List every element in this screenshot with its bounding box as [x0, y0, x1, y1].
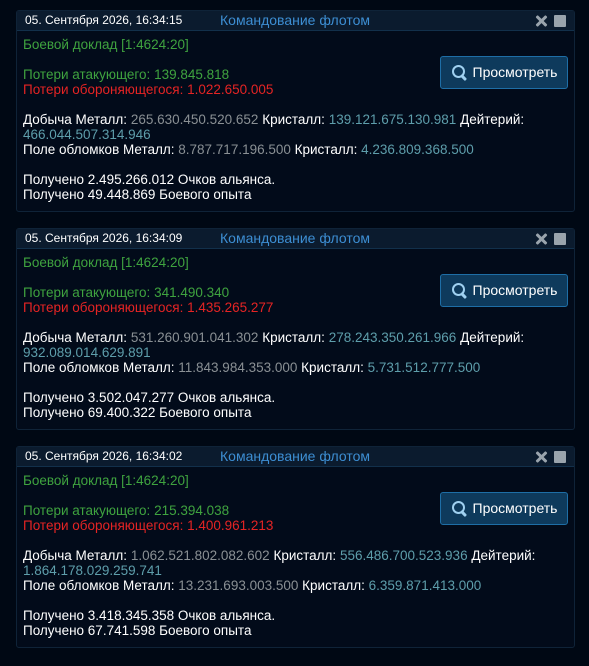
- debris-metal-label: Поле обломков Металл:: [23, 142, 175, 157]
- alliance-points: Получено 3.418.345.358 Очков альянса.: [23, 608, 276, 623]
- attacker-loss-label: Потери атакующего:: [23, 503, 151, 518]
- checkbox-icon[interactable]: [554, 233, 566, 245]
- message-sender: Командование флотом: [220, 230, 371, 246]
- combat-experience: Получено 67.741.598 Боевого опыта: [23, 623, 252, 638]
- debris-line: Поле обломков Металл: 11.843.984.353.000…: [23, 360, 568, 375]
- debris-metal-value: 8.787.717.196.500: [178, 142, 291, 157]
- view-report-label: Просмотреть: [472, 282, 558, 298]
- loot-metal-label: Добыча Металл:: [23, 548, 128, 563]
- message-actions: [534, 450, 566, 464]
- loot-deut-label: Дейтерий:: [460, 112, 525, 127]
- checkbox-icon[interactable]: [554, 451, 566, 463]
- message-actions: [534, 232, 566, 246]
- debris-crystal-value: 6.359.871.413.000: [368, 578, 482, 593]
- message-date: 05. Сентября 2026, 16:34:15: [25, 13, 183, 27]
- close-icon[interactable]: [534, 14, 548, 28]
- debris-crystal-value: 5.731.512.777.500: [367, 360, 481, 375]
- loot-deut-value: 466.044.507.314.946: [23, 127, 151, 142]
- loot-crystal-label: Кристалл:: [262, 112, 325, 127]
- loot-line: Добыча Металл: 531.260.901.041.302 Крист…: [23, 330, 568, 345]
- debris-crystal-label: Кристалл:: [301, 360, 364, 375]
- defender-loss-label: Потери обороняющегося:: [23, 82, 184, 97]
- loot-metal-value: 531.260.901.041.302: [130, 330, 259, 345]
- loot-metal-label: Добыча Металл:: [23, 330, 128, 345]
- view-report-label: Просмотреть: [472, 64, 558, 80]
- debris-line: Поле обломков Металл: 13.231.693.003.500…: [23, 578, 568, 593]
- battle-report-message: 05. Сентября 2026, 16:34:09 Командование…: [16, 228, 575, 430]
- loot-crystal-value: 139.121.675.130.981: [328, 112, 457, 127]
- checkbox-icon[interactable]: [554, 15, 566, 27]
- view-report-button[interactable]: Просмотреть: [440, 492, 568, 525]
- view-report-label: Просмотреть: [472, 500, 558, 516]
- attacker-loss-label: Потери атакующего:: [23, 285, 151, 300]
- defender-loss-value: 1.022.650.005: [187, 82, 274, 97]
- message-date: 05. Сентября 2026, 16:34:02: [25, 449, 183, 463]
- battle-report-message: 05. Сентября 2026, 16:34:02 Командование…: [16, 446, 575, 648]
- loot-line: Добыча Металл: 265.630.450.520.652 Крист…: [23, 112, 568, 127]
- message-list: 05. Сентября 2026, 16:34:15 Командование…: [0, 0, 589, 648]
- debris-metal-label: Поле обломков Металл:: [23, 360, 175, 375]
- debris-metal-value: 13.231.693.003.500: [178, 578, 299, 593]
- attacker-loss-label: Потери атакующего:: [23, 67, 151, 82]
- loot-crystal-value: 556.486.700.523.936: [339, 548, 468, 563]
- loot-deut-value: 932.089.014.629.891: [23, 345, 151, 360]
- message-header: 05. Сентября 2026, 16:34:15 Командование…: [17, 11, 574, 31]
- attacker-loss-value: 215.394.038: [154, 503, 230, 518]
- loot-crystal-label: Кристалл:: [262, 330, 325, 345]
- close-icon[interactable]: [534, 450, 548, 464]
- message-header: 05. Сентября 2026, 16:34:02 Командование…: [17, 447, 574, 467]
- defender-loss-label: Потери обороняющегося:: [23, 518, 184, 533]
- report-title[interactable]: Боевой доклад [1:4624:20]: [23, 37, 568, 52]
- debris-metal-label: Поле обломков Металл:: [23, 578, 175, 593]
- message-sender: Командование флотом: [220, 12, 371, 28]
- loot-deut-label: Дейтерий:: [460, 330, 525, 345]
- view-report-button[interactable]: Просмотреть: [440, 56, 568, 89]
- loot-metal-value: 1.062.521.802.082.602: [130, 548, 270, 563]
- message-body: Боевой доклад [1:4624:20] Потери атакующ…: [23, 473, 568, 638]
- loot-line: Добыча Металл: 1.062.521.802.082.602 Кри…: [23, 548, 568, 563]
- defender-loss-label: Потери обороняющегося:: [23, 300, 184, 315]
- report-title[interactable]: Боевой доклад [1:4624:20]: [23, 255, 568, 270]
- loot-metal-label: Добыча Металл:: [23, 112, 128, 127]
- defender-loss-value: 1.435.265.277: [187, 300, 274, 315]
- debris-crystal-label: Кристалл:: [302, 578, 365, 593]
- alliance-points: Получено 3.502.047.277 Очков альянса.: [23, 390, 276, 405]
- message-actions: [534, 14, 566, 28]
- magnifier-icon: [451, 64, 468, 81]
- battle-report-message: 05. Сентября 2026, 16:34:15 Командование…: [16, 10, 575, 212]
- attacker-loss-value: 139.845.818: [154, 67, 230, 82]
- message-body: Боевой доклад [1:4624:20] Потери атакующ…: [23, 37, 568, 202]
- view-report-button[interactable]: Просмотреть: [440, 274, 568, 307]
- message-body: Боевой доклад [1:4624:20] Потери атакующ…: [23, 255, 568, 420]
- message-sender: Командование флотом: [220, 448, 371, 464]
- debris-crystal-label: Кристалл:: [294, 142, 358, 157]
- magnifier-icon: [451, 282, 468, 299]
- loot-deut-label: Дейтерий:: [471, 548, 536, 563]
- defender-loss-value: 1.400.961.213: [187, 518, 274, 533]
- combat-experience: Получено 49.448.869 Боевого опыта: [23, 187, 252, 202]
- loot-crystal-label: Кристалл:: [273, 548, 337, 563]
- alliance-points: Получено 2.495.266.012 Очков альянса.: [23, 172, 276, 187]
- combat-experience: Получено 69.400.322 Боевого опыта: [23, 405, 252, 420]
- loot-metal-value: 265.630.450.520.652: [130, 112, 259, 127]
- debris-crystal-value: 4.236.809.368.500: [361, 142, 474, 157]
- attacker-loss-value: 341.490.340: [154, 285, 230, 300]
- magnifier-icon: [451, 500, 468, 517]
- loot-deut-value: 1.864.178.029.259.741: [23, 563, 162, 578]
- debris-line: Поле обломков Металл: 8.787.717.196.500 …: [23, 142, 568, 157]
- message-date: 05. Сентября 2026, 16:34:09: [25, 231, 183, 245]
- report-title[interactable]: Боевой доклад [1:4624:20]: [23, 473, 568, 488]
- message-header: 05. Сентября 2026, 16:34:09 Командование…: [17, 229, 574, 249]
- loot-crystal-value: 278.243.350.261.966: [328, 330, 457, 345]
- close-icon[interactable]: [534, 232, 548, 246]
- debris-metal-value: 11.843.984.353.000: [178, 360, 298, 375]
